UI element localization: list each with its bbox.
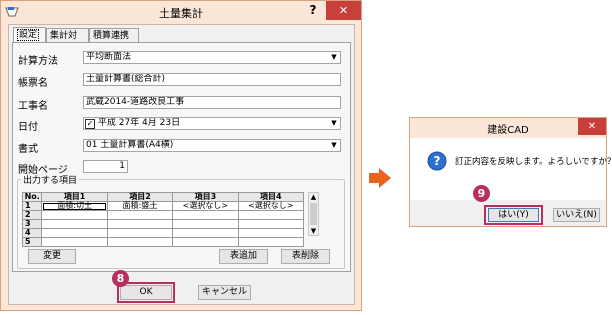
date-label: 日付	[18, 122, 38, 133]
output-items-legend: 出力する項目	[23, 176, 78, 186]
table-row: 3	[21, 219, 305, 229]
table-cell[interactable]	[172, 228, 239, 238]
chevron-down-icon: ▼	[331, 141, 337, 149]
start-page-input[interactable]: 1	[83, 160, 128, 173]
calc-method-select[interactable]: 平均断面法 ▼	[83, 51, 341, 64]
table-cell[interactable]	[172, 237, 239, 247]
table-cell[interactable]: <選択なし>	[237, 201, 305, 211]
delete-table-button[interactable]: 表削除	[281, 249, 330, 264]
format-value: 01 土量計算書(A4横)	[86, 140, 174, 150]
add-table-button[interactable]: 表追加	[219, 249, 268, 264]
arrow-right-icon	[369, 168, 391, 188]
row-number: 5	[21, 237, 43, 247]
table-cell[interactable]	[106, 219, 174, 229]
confirm-footer: はい(Y) いいえ(N)	[410, 200, 606, 226]
table-cell[interactable]: 面積:盛土	[106, 201, 174, 211]
table-cell[interactable]	[106, 210, 174, 220]
work-name-label: 工事名	[18, 101, 48, 112]
yes-highlight	[484, 205, 543, 225]
table-cell[interactable]	[106, 228, 174, 238]
confirm-message: 訂正内容を反映します。よろしいですか？	[455, 157, 612, 167]
table-cell[interactable]	[41, 237, 108, 247]
chevron-down-icon: ▼	[331, 119, 337, 127]
table-cell[interactable]	[237, 228, 305, 238]
table-scrollbar[interactable]: ▲ ▼	[308, 192, 319, 236]
confirm-body: ? 訂正内容を反映します。よろしいですか？ はい(Y) いいえ(N)	[410, 138, 612, 226]
scrollbar-thumb[interactable]	[310, 203, 317, 225]
date-picker[interactable]: ✓ 平成 27年 4月 23日 ▼	[83, 117, 341, 130]
confirm-dialog: 建設CAD ✕ ? 訂正内容を反映します。よろしいですか？ はい(Y) いいえ(…	[409, 117, 612, 227]
table-cell[interactable]	[172, 219, 239, 229]
format-label: 書式	[18, 144, 38, 155]
work-name-input[interactable]: 武蔵2014-道路改良工事	[83, 96, 341, 109]
tab-settings[interactable]: 設定	[13, 27, 46, 43]
table-cell[interactable]: <選択なし>	[172, 201, 239, 211]
table-cell[interactable]	[41, 228, 108, 238]
help-button[interactable]: ?	[301, 1, 325, 21]
table-cell[interactable]	[237, 219, 305, 229]
output-items-table: No. 項目1 項目2 項目3 項目4 1 面積:切土 面積:盛土 <選択なし>	[21, 192, 305, 247]
no-button[interactable]: いいえ(N)	[553, 208, 600, 222]
table-row: 5	[21, 237, 305, 247]
tab-target[interactable]: 集計対象	[46, 28, 89, 55]
chevron-down-icon: ▼	[331, 53, 337, 61]
cancel-button[interactable]: キャンセル	[198, 285, 251, 300]
step-badge-9: 9	[473, 185, 490, 202]
table-cell[interactable]	[237, 210, 305, 220]
chevron-up-icon[interactable]: ▲	[309, 193, 318, 201]
title-bar: 土量集計 ? ✕	[1, 1, 361, 23]
form-name-input[interactable]: 土量計算書(総合計)	[83, 73, 341, 86]
table-cell[interactable]	[106, 237, 174, 247]
form-name-label: 帳票名	[18, 78, 48, 89]
table-row: 2	[21, 210, 305, 220]
format-select[interactable]: 01 土量計算書(A4横) ▼	[83, 139, 341, 152]
confirm-title: 建設CAD	[487, 125, 529, 136]
main-dialog: 土量集計 ? ✕ 設定 集計対象 積算連携 計算方法 平均断面法 ▼ 帳票名 土…	[0, 0, 362, 311]
close-button[interactable]: ✕	[326, 1, 361, 20]
table-cell[interactable]	[41, 210, 108, 220]
svg-text:?: ?	[434, 154, 441, 168]
date-value: 平成 27年 4月 23日	[97, 118, 181, 128]
date-checkbox[interactable]: ✓	[85, 119, 95, 129]
table-cell[interactable]	[41, 219, 108, 229]
output-items-group: 出力する項目 No. 項目1 項目2 項目3 項目4 1 面積:切土 面積:盛土…	[17, 173, 345, 269]
change-button[interactable]: 変更	[28, 249, 76, 264]
tab-estimate-link[interactable]: 積算連携	[89, 28, 139, 42]
confirm-close-button[interactable]: ✕	[578, 118, 606, 135]
calc-method-label: 計算方法	[18, 56, 58, 67]
dialog-body: 設定 集計対象 積算連携 計算方法 平均断面法 ▼ 帳票名 土量計算書(総合計)…	[8, 24, 355, 305]
table-cell[interactable]	[237, 237, 305, 247]
step-badge-8: 8	[112, 270, 129, 287]
table-row: 1 面積:切土 面積:盛土 <選択なし> <選択なし>	[21, 201, 305, 211]
table-cell[interactable]	[172, 210, 239, 220]
settings-panel: 計算方法 平均断面法 ▼ 帳票名 土量計算書(総合計) 工事名 武蔵2014-道…	[12, 42, 351, 272]
question-icon: ?	[427, 151, 447, 171]
calc-method-value: 平均断面法	[86, 52, 132, 62]
chevron-down-icon[interactable]: ▼	[309, 227, 318, 235]
table-cell[interactable]: 面積:切土	[41, 201, 108, 211]
table-row: 4	[21, 228, 305, 238]
